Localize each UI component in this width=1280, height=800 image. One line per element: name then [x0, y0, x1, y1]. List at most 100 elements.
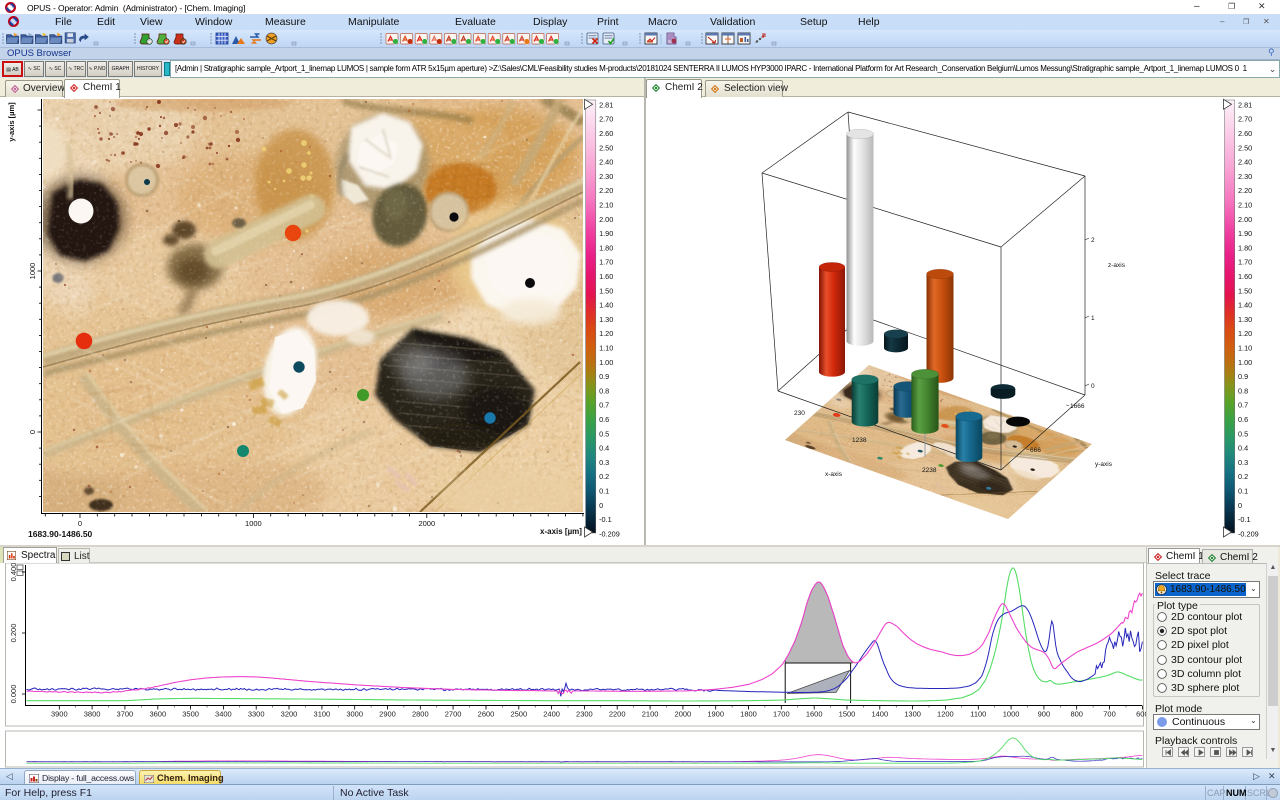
svg-text:1900: 1900	[707, 710, 724, 719]
svg-text:2200: 2200	[609, 710, 626, 719]
svg-text:2.81: 2.81	[599, 100, 613, 109]
svg-text:0: 0	[1238, 501, 1242, 510]
svg-text:1683.90-1486.50: 1683.90-1486.50	[28, 529, 93, 539]
svg-text:1.30: 1.30	[599, 315, 613, 324]
svg-text:0.8: 0.8	[1238, 386, 1248, 395]
svg-text:0.3: 0.3	[599, 458, 609, 467]
svg-text:0: 0	[78, 519, 82, 528]
svg-text:1238: 1238	[852, 437, 867, 444]
svg-text:0: 0	[28, 430, 37, 434]
svg-text:1.80: 1.80	[599, 243, 613, 252]
svg-text:1.70: 1.70	[1238, 258, 1252, 267]
svg-text:1.40: 1.40	[599, 301, 613, 310]
svg-text:3500: 3500	[182, 710, 199, 719]
svg-text:2300: 2300	[576, 710, 593, 719]
svg-text:666: 666	[1030, 447, 1041, 454]
svg-text:z-axis: z-axis	[1108, 262, 1126, 269]
svg-text:0.000: 0.000	[9, 685, 18, 704]
svg-text:0.4: 0.4	[599, 444, 609, 453]
svg-text:2.40: 2.40	[1238, 158, 1252, 167]
svg-text:2800: 2800	[412, 710, 429, 719]
svg-text:0.5: 0.5	[599, 429, 609, 438]
svg-text:2.00: 2.00	[599, 215, 613, 224]
svg-text:-0.209: -0.209	[599, 529, 620, 538]
svg-text:1.90: 1.90	[1238, 229, 1252, 238]
svg-text:2.70: 2.70	[1238, 115, 1252, 124]
svg-text:1100: 1100	[970, 710, 986, 719]
svg-text:1700: 1700	[773, 710, 790, 719]
svg-text:0.7: 0.7	[599, 401, 609, 410]
svg-text:2.20: 2.20	[599, 186, 613, 195]
svg-text:0.2: 0.2	[1238, 472, 1248, 481]
svg-text:1000: 1000	[1003, 710, 1020, 719]
svg-text:0: 0	[599, 501, 603, 510]
svg-text:2000: 2000	[418, 519, 435, 528]
svg-text:2: 2	[1091, 237, 1095, 244]
svg-text:0.6: 0.6	[1238, 415, 1248, 424]
svg-text:1.30: 1.30	[1238, 315, 1252, 324]
svg-text:900: 900	[1038, 710, 1051, 719]
svg-text:2.60: 2.60	[1238, 129, 1252, 138]
svg-text:1600: 1600	[806, 710, 823, 719]
svg-text:0.7: 0.7	[1238, 401, 1248, 410]
svg-text:1.00: 1.00	[1238, 358, 1252, 367]
svg-text:1.50: 1.50	[599, 286, 613, 295]
svg-text:0.400: 0.400	[9, 563, 18, 581]
svg-text:0.4: 0.4	[1238, 444, 1248, 453]
svg-text:2.00: 2.00	[1238, 215, 1252, 224]
svg-text:2500: 2500	[510, 710, 527, 719]
svg-text:2.81: 2.81	[1238, 100, 1252, 109]
svg-text:1.70: 1.70	[599, 258, 613, 267]
svg-text:1800: 1800	[740, 710, 757, 719]
svg-text:230: 230	[794, 410, 805, 417]
svg-text:-0.209: -0.209	[1238, 529, 1259, 538]
svg-text:0.5: 0.5	[1238, 429, 1248, 438]
svg-text:1000: 1000	[245, 519, 262, 528]
svg-text:2238: 2238	[922, 467, 937, 474]
svg-text:-0.1: -0.1	[599, 515, 612, 524]
svg-text:1200: 1200	[937, 710, 954, 719]
svg-text:0.1: 0.1	[1238, 487, 1248, 496]
svg-text:1.90: 1.90	[599, 229, 613, 238]
svg-text:1.60: 1.60	[599, 272, 613, 281]
svg-text:800: 800	[1070, 710, 1083, 719]
svg-text:2.10: 2.10	[599, 201, 613, 210]
svg-text:1666: 1666	[1070, 403, 1085, 410]
svg-text:3900: 3900	[51, 710, 68, 719]
svg-text:y-axis: y-axis	[1095, 461, 1113, 468]
svg-text:2100: 2100	[642, 710, 659, 719]
svg-text:1400: 1400	[871, 710, 888, 719]
svg-text:2.40: 2.40	[599, 158, 613, 167]
svg-text:1: 1	[1091, 315, 1095, 322]
svg-text:2.30: 2.30	[599, 172, 613, 181]
svg-text:2.50: 2.50	[599, 143, 613, 152]
svg-text:3700: 3700	[117, 710, 134, 719]
svg-text:2.20: 2.20	[1238, 186, 1252, 195]
svg-text:3400: 3400	[215, 710, 232, 719]
svg-text:2900: 2900	[379, 710, 396, 719]
svg-text:1.80: 1.80	[1238, 243, 1252, 252]
svg-text:1500: 1500	[839, 710, 856, 719]
svg-text:1.10: 1.10	[1238, 344, 1252, 353]
svg-text:3800: 3800	[84, 710, 101, 719]
svg-text:0.9: 0.9	[1238, 372, 1248, 381]
svg-text:0.1: 0.1	[599, 487, 609, 496]
svg-text:0.6: 0.6	[599, 415, 609, 424]
svg-text:x-axis [µm]: x-axis [µm]	[540, 527, 582, 536]
svg-text:y-axis [µm]: y-axis [µm]	[7, 102, 16, 142]
svg-text:1.10: 1.10	[599, 344, 613, 353]
svg-text:3300: 3300	[248, 710, 265, 719]
svg-text:2.10: 2.10	[1238, 201, 1252, 210]
svg-text:2.50: 2.50	[1238, 143, 1252, 152]
svg-text:1300: 1300	[904, 710, 921, 719]
svg-text:2400: 2400	[543, 710, 560, 719]
svg-text:1.20: 1.20	[1238, 329, 1252, 338]
svg-text:0.8: 0.8	[599, 386, 609, 395]
svg-text:0.200: 0.200	[9, 624, 18, 643]
svg-text:3100: 3100	[314, 710, 331, 719]
svg-text:x-axis: x-axis	[825, 471, 843, 478]
svg-text:1.40: 1.40	[1238, 301, 1252, 310]
svg-text:2.60: 2.60	[599, 129, 613, 138]
svg-text:2000: 2000	[675, 710, 692, 719]
svg-text:700: 700	[1103, 710, 1116, 719]
